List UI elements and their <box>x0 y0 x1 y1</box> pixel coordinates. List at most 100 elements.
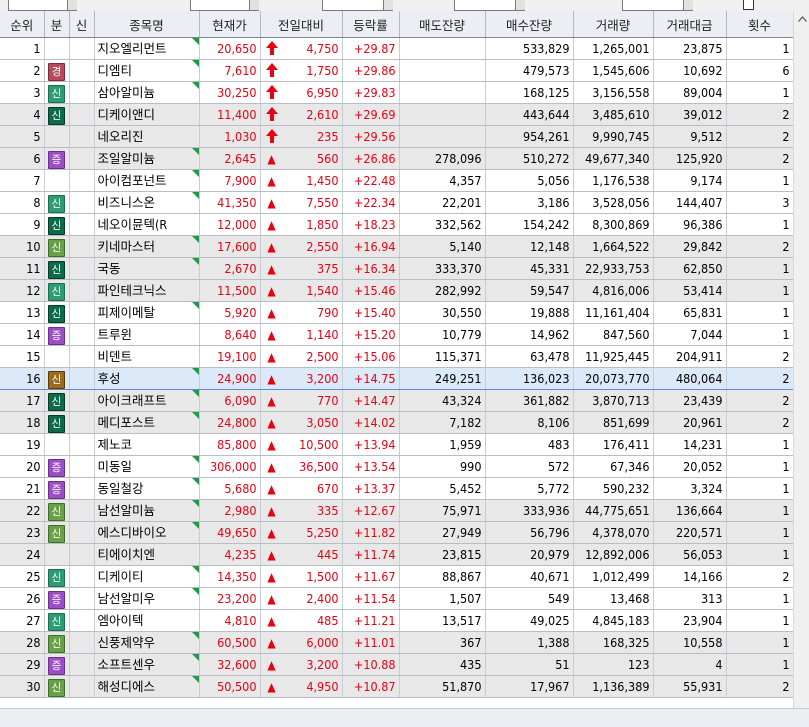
chevron-down-icon[interactable] <box>249 0 259 11</box>
stock-name-cell[interactable]: 네오이뮨텍(R <box>94 213 200 236</box>
table-row[interactable]: 17 신 아이크래프트 6,090 770 ▲ +14.47 43,324 361,882 3,8… <box>0 389 793 412</box>
table-row[interactable]: 22 신 남선알미늄 2,980 335 ▲ +12.67 75,971 333,936 44,7… <box>0 499 793 522</box>
stock-name-cell[interactable]: 제노코 <box>94 433 200 456</box>
table-row[interactable]: 8 신 비즈니스온 41,350 7,550 ▲ +22.34 22,201 3,186 3,52… <box>0 191 793 214</box>
class-cell: 신 <box>44 411 70 434</box>
stock-name-cell[interactable]: 아이컴포넌트 <box>94 169 200 192</box>
col-header-stock-name[interactable]: 종목명 <box>94 11 200 38</box>
col-header-change-rate[interactable]: 등락률 <box>342 11 400 38</box>
class-cell <box>44 543 70 566</box>
stock-name-cell[interactable]: 해성디에스 <box>94 675 200 698</box>
count-cell: 1 <box>726 301 793 324</box>
table-row[interactable]: 6 증 조일알미늄 2,645 560 ▲ +26.86 278,096 510,272 49,6… <box>0 147 793 170</box>
col-header-change[interactable]: 전일대비 <box>260 11 343 38</box>
stock-name-cell[interactable]: 피제이메탈 <box>94 301 200 324</box>
table-row[interactable]: 10 신 키네마스터 17,600 2,550 ▲ +16.94 5,140 12,148 1,6… <box>0 235 793 258</box>
chevron-down-icon[interactable] <box>383 0 393 11</box>
chevron-down-icon[interactable] <box>683 0 693 11</box>
amount-cell: 3,324 <box>653 477 727 500</box>
stock-name-cell[interactable]: 삼아알미늄 <box>94 81 200 104</box>
table-row[interactable]: 28 신 신풍제약우 60,500 6,000 ▲ +11.01 367 1,388 168,32… <box>0 631 793 654</box>
table-row[interactable]: 18 신 메디포스트 24,800 3,050 ▲ +14.02 7,182 8,106 851,… <box>0 411 793 434</box>
table-row[interactable]: 26 증 남선알미우 23,200 2,400 ▲ +11.54 1,507 549 13,468… <box>0 587 793 610</box>
price-cell: 24,900 <box>199 367 261 390</box>
flag-corner-icon <box>191 632 198 639</box>
stock-name-cell[interactable]: 아이크래프트 <box>94 389 200 412</box>
stock-name-cell[interactable]: 엠아이텍 <box>94 609 200 632</box>
vertical-scrollbar[interactable] <box>793 11 809 708</box>
stock-name-cell[interactable]: 남선알미늄 <box>94 499 200 522</box>
credit-cell <box>69 389 95 412</box>
stock-name-cell[interactable]: 트루윈 <box>94 323 200 346</box>
table-row[interactable]: 2 경 디엠티 7,610 1,750 +29.86 479,573 1,545,606 10,… <box>0 59 793 82</box>
stock-name-cell[interactable]: 조일알미늄 <box>94 147 200 170</box>
table-row[interactable]: 9 신 네오이뮨텍(R 12,000 1,850 ▲ +18.23 332,562 154,24… <box>0 213 793 236</box>
filter-select-3[interactable] <box>322 0 384 11</box>
stock-name-cell[interactable]: 지오엘리먼트 <box>94 37 200 60</box>
col-header-rank[interactable]: 순위 <box>0 11 45 38</box>
filter-select-4[interactable] <box>454 0 516 11</box>
table-row[interactable]: 27 신 엠아이텍 4,810 485 ▲ +11.21 13,517 49,025 4,845,… <box>0 609 793 632</box>
credit-cell <box>69 301 95 324</box>
filter-select-2[interactable] <box>190 0 250 11</box>
stock-name-cell[interactable]: 남선알미우 <box>94 587 200 610</box>
table-row[interactable]: 13 신 피제이메탈 5,920 790 ▲ +15.40 30,550 19,888 11,16… <box>0 301 793 324</box>
table-row[interactable]: 30 신 해성디에스 50,500 4,950 ▲ +10.87 51,870 17,967 1,… <box>0 675 793 698</box>
stock-name-cell[interactable]: 티에이치엔 <box>94 543 200 566</box>
table-row[interactable]: 29 증 소프트센우 32,600 3,200 ▲ +10.88 435 51 123 4 1 <box>0 653 793 676</box>
stock-name-cell[interactable]: 비즈니스온 <box>94 191 200 214</box>
scroll-up-icon[interactable] <box>794 11 809 28</box>
table-row[interactable]: 23 신 에스디바이오 49,650 5,250 ▲ +11.82 27,949 56,796 4… <box>0 521 793 544</box>
table-row[interactable]: 14 증 트루윈 8,640 1,140 ▲ +15.20 10,779 14,962 847,5… <box>0 323 793 346</box>
table-row[interactable]: 3 신 삼아알미늄 30,250 6,950 +29.83 168,125 3,156,558… <box>0 81 793 104</box>
stock-name-cell[interactable]: 비덴트 <box>94 345 200 368</box>
stock-name-cell[interactable]: 미동일 <box>94 455 200 478</box>
stock-name-cell[interactable]: 동일철강 <box>94 477 200 500</box>
col-header-sin[interactable]: 신 <box>69 11 95 38</box>
bid-remain-cell: 572 <box>485 455 574 478</box>
table-row[interactable]: 7 아이컴포넌트 7,900 1,450 ▲ +22.48 4,357 5,056 1,176,… <box>0 169 793 192</box>
col-header-current-price[interactable]: 현재가 <box>199 11 261 38</box>
filter-select-5[interactable] <box>622 0 684 11</box>
table-row[interactable]: 25 신 디케이티 14,350 1,500 ▲ +11.67 88,867 40,671 1,0… <box>0 565 793 588</box>
table-row[interactable]: 12 신 파인테크닉스 11,500 1,540 ▲ +15.46 282,992 59,547… <box>0 279 793 302</box>
stock-name-cell[interactable]: 에스디바이오 <box>94 521 200 544</box>
table-row[interactable]: 15 비덴트 19,100 2,500 ▲ +15.06 115,371 63,478 11,9… <box>0 345 793 368</box>
col-header-volume[interactable]: 거래량 <box>573 11 654 38</box>
option-checkbox[interactable] <box>743 0 754 10</box>
rank-cell: 4 <box>0 103 45 126</box>
flag-corner-icon <box>191 170 198 177</box>
col-header-count[interactable]: 횟수 <box>726 11 793 38</box>
class-cell: 신 <box>44 301 70 324</box>
stock-name-cell[interactable]: 소프트센우 <box>94 653 200 676</box>
price-cell: 7,610 <box>199 59 261 82</box>
stock-name-cell[interactable]: 디케이앤디 <box>94 103 200 126</box>
table-row[interactable]: 11 신 국동 2,670 375 ▲ +16.34 333,370 45,331 22,933,… <box>0 257 793 280</box>
col-header-ask-remain[interactable]: 매도잔량 <box>399 11 486 38</box>
stock-name-cell[interactable]: 신풍제약우 <box>94 631 200 654</box>
stock-name-cell[interactable]: 국동 <box>94 257 200 280</box>
table-row[interactable]: 4 신 디케이앤디 11,400 2,610 +29.69 443,644 3,485,610… <box>0 103 793 126</box>
col-header-bid-remain[interactable]: 매수잔량 <box>485 11 574 38</box>
table-row[interactable]: 19 제노코 85,800 10,500 ▲ +13.94 1,959 483 176,411 1… <box>0 433 793 456</box>
stock-name-cell[interactable]: 네오리진 <box>94 125 200 148</box>
table-row[interactable]: 20 증 미동일 306,000 36,500 ▲ +13.54 990 572 67,346 20… <box>0 455 793 478</box>
stock-name-cell[interactable]: 메디포스트 <box>94 411 200 434</box>
chevron-down-icon[interactable] <box>67 0 77 11</box>
stock-name-cell[interactable]: 파인테크닉스 <box>94 279 200 302</box>
chevron-down-icon[interactable] <box>515 0 525 11</box>
table-row[interactable]: 21 증 동일철강 5,680 670 ▲ +13.37 5,452 5,772 590,232 3… <box>0 477 793 500</box>
stock-name-cell[interactable]: 키네마스터 <box>94 235 200 258</box>
table-row[interactable]: 16 신 후성 24,900 3,200 ▲ +14.75 249,251 136,023 20,… <box>0 367 793 390</box>
table-row[interactable]: 5 네오리진 1,030 235 +29.56 954,261 9,990,745 9,512… <box>0 125 793 148</box>
stock-name-cell[interactable]: 디케이티 <box>94 565 200 588</box>
col-header-class[interactable]: 분 <box>44 11 70 38</box>
col-header-trade-amount[interactable]: 거래대금 <box>653 11 727 38</box>
filter-select-1[interactable] <box>8 0 68 11</box>
table-row[interactable]: 1 지오엘리먼트 20,650 4,750 +29.87 533,829 1,265,001… <box>0 37 793 60</box>
table-row[interactable]: 24 티에이치엔 4,235 445 ▲ +11.74 23,815 20,979 12,892… <box>0 543 793 566</box>
stock-name-cell[interactable]: 후성 <box>94 367 200 390</box>
bid-remain-cell: 51 <box>485 653 574 676</box>
stock-name-cell[interactable]: 디엠티 <box>94 59 200 82</box>
scroll-thumb[interactable] <box>796 29 808 707</box>
